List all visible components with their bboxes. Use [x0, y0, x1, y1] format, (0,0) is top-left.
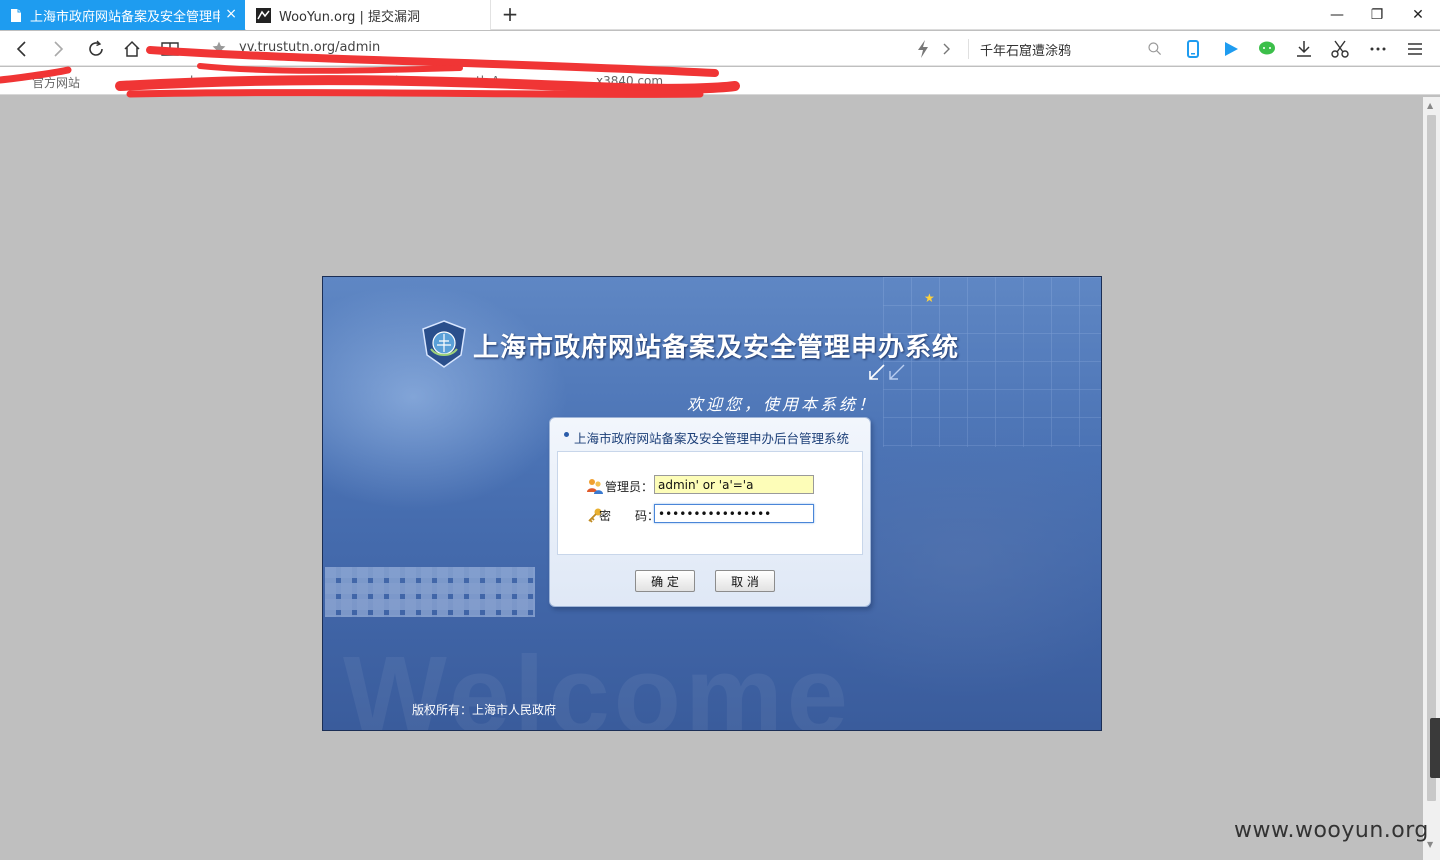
copyright-text: 版权所有：上海市人民政府	[412, 703, 557, 717]
login-form: 管理员： 密 码：	[557, 451, 863, 555]
tab-admin-login[interactable]: 上海市政府网站备案及安全管理申办 ×	[0, 0, 245, 30]
bookmarks-bar: 官方网站 l i.com tk A x3840.com	[0, 67, 1440, 95]
panel-title: 上海市政府网站备案及安全管理申办后台管理系统	[574, 431, 850, 446]
password-input[interactable]	[654, 504, 814, 523]
star-icon[interactable]	[211, 40, 227, 56]
scroll-up-icon[interactable]: ▲	[1427, 101, 1433, 110]
confirm-button[interactable]: 确 定	[635, 570, 695, 592]
system-title: 上海市政府网站备案及安全管理申办系统	[473, 333, 960, 363]
more-icon[interactable]	[1368, 39, 1388, 59]
restore-button[interactable]: ❐	[1368, 6, 1386, 24]
bullet-icon	[564, 432, 569, 437]
download-icon[interactable]	[1294, 39, 1314, 59]
divider	[968, 39, 969, 59]
bookmark-item[interactable]: i.com	[395, 74, 428, 88]
phone-icon[interactable]	[1183, 39, 1203, 59]
navigation-bar: yv.trustutn.org/admin 千年石窟遭涂鸦	[0, 31, 1440, 66]
search-icon[interactable]	[1147, 39, 1163, 59]
side-tool-widget[interactable]	[1430, 718, 1440, 778]
tab-close-icon[interactable]: ×	[225, 7, 237, 21]
username-label: 管理员：	[605, 480, 654, 494]
bookmark-item[interactable]: 官方网站	[32, 74, 80, 91]
users-icon	[587, 479, 603, 494]
star-icon: ★	[924, 291, 935, 305]
tab-title: 上海市政府网站备案及安全管理申办	[30, 9, 220, 25]
tab-wooyun[interactable]: WooYun.org | 提交漏洞	[246, 0, 491, 30]
menu-icon[interactable]	[1405, 39, 1425, 59]
minimize-button[interactable]: —	[1328, 6, 1346, 24]
cancel-button[interactable]: 取 消	[715, 570, 775, 592]
bookmark-item[interactable]: l	[190, 74, 193, 88]
home-icon[interactable]	[122, 39, 142, 59]
search-input[interactable]: 千年石窟遭涂鸦	[980, 40, 1071, 59]
username-input[interactable]	[654, 475, 814, 494]
password-label: 密 码：	[599, 509, 660, 523]
back-icon[interactable]	[12, 39, 32, 59]
lightning-icon[interactable]	[915, 39, 931, 59]
refresh-icon[interactable]	[86, 39, 106, 59]
welcome-greeting: 欢迎您，使用本系统！	[687, 395, 878, 414]
new-tab-button[interactable]: +	[500, 4, 520, 24]
scrollbar-thumb[interactable]	[1427, 115, 1436, 801]
wooyun-watermark: www.wooyun.org	[1234, 818, 1429, 843]
chat-icon[interactable]	[1257, 39, 1277, 59]
close-window-button[interactable]: ✕	[1409, 6, 1427, 24]
bookmark-item[interactable]: tk A	[476, 74, 500, 88]
decorative-mosaic	[325, 567, 535, 617]
address-bar-url[interactable]: yv.trustutn.org/admin	[239, 40, 380, 55]
scissors-icon[interactable]	[1330, 39, 1350, 59]
arrows-icon	[869, 364, 905, 380]
bookmark-item[interactable]: x3840.com	[596, 74, 663, 88]
government-emblem-icon	[422, 320, 466, 368]
forward-icon[interactable]	[48, 39, 68, 59]
tab-title: WooYun.org | 提交漏洞	[279, 9, 421, 25]
wooyun-favicon-icon	[256, 7, 271, 23]
login-panel: 上海市政府网站备案及安全管理申办后台管理系统 管理员： 密 码： 确 定 取 消	[549, 417, 871, 607]
reader-icon[interactable]	[160, 39, 180, 59]
page-icon	[11, 8, 21, 22]
login-frame: Welcome ★ 上海市政府网站备案及安全管理申办系统 欢迎您，使用本系统！ …	[322, 276, 1102, 731]
panel-header: 上海市政府网站备案及安全管理申办后台管理系统	[550, 418, 870, 450]
play-icon[interactable]	[1221, 39, 1241, 59]
chevron-right-icon[interactable]	[940, 39, 954, 59]
tab-bar: 上海市政府网站备案及安全管理申办 × WooYun.org | 提交漏洞 + —…	[0, 0, 1440, 30]
